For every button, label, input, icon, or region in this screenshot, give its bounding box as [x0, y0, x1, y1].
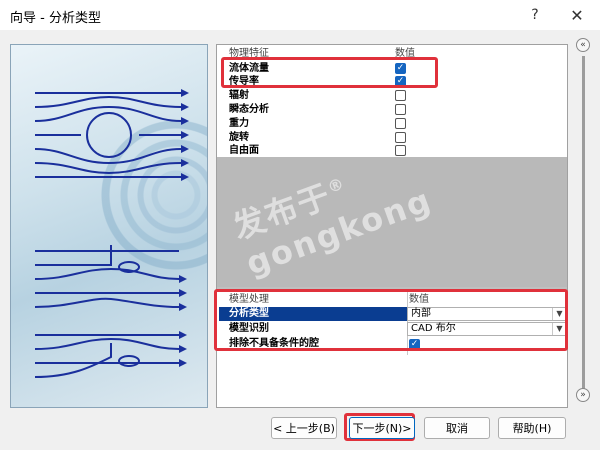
cancel-button[interactable]: 取消	[424, 417, 490, 439]
physics-row-label: 辐射	[229, 90, 249, 101]
empty-area-bottom	[217, 355, 567, 407]
highlight-box-model	[214, 289, 568, 351]
back-button[interactable]: < 上一步(B)	[271, 417, 337, 439]
physics-row-label: 自由面	[229, 145, 259, 156]
physics-row-label: 旋转	[229, 132, 249, 143]
gravity-checkbox[interactable]	[395, 118, 406, 129]
physics-row-label: 重力	[229, 118, 249, 129]
flow-illustration	[10, 44, 208, 408]
physics-row-transient[interactable]: 瞬态分析	[217, 103, 567, 116]
scroll-track[interactable]	[582, 56, 585, 392]
window-title: 向导 - 分析类型	[10, 11, 101, 26]
help-button[interactable]: 帮助(H)	[498, 417, 566, 439]
flow-lines-graphic	[34, 89, 189, 378]
collapse-down-icon[interactable]: »	[576, 388, 590, 402]
next-button[interactable]: 下一步(N)>	[349, 417, 415, 439]
collapse-up-icon[interactable]: «	[576, 38, 590, 52]
title-bar: 向导 - 分析类型 ? ✕	[0, 0, 600, 30]
physics-row-label: 瞬态分析	[229, 104, 269, 115]
highlight-box-physics	[221, 57, 438, 88]
transient-checkbox[interactable]	[395, 104, 406, 115]
help-icon[interactable]: ?	[512, 0, 558, 30]
physics-row-gravity[interactable]: 重力	[217, 117, 567, 130]
physics-row-radiation[interactable]: 辐射	[217, 89, 567, 102]
side-scrollbar[interactable]: « »	[574, 38, 594, 410]
radiation-checkbox[interactable]	[395, 90, 406, 101]
close-icon[interactable]: ✕	[554, 0, 600, 30]
physics-row-rotation[interactable]: 旋转	[217, 131, 567, 144]
